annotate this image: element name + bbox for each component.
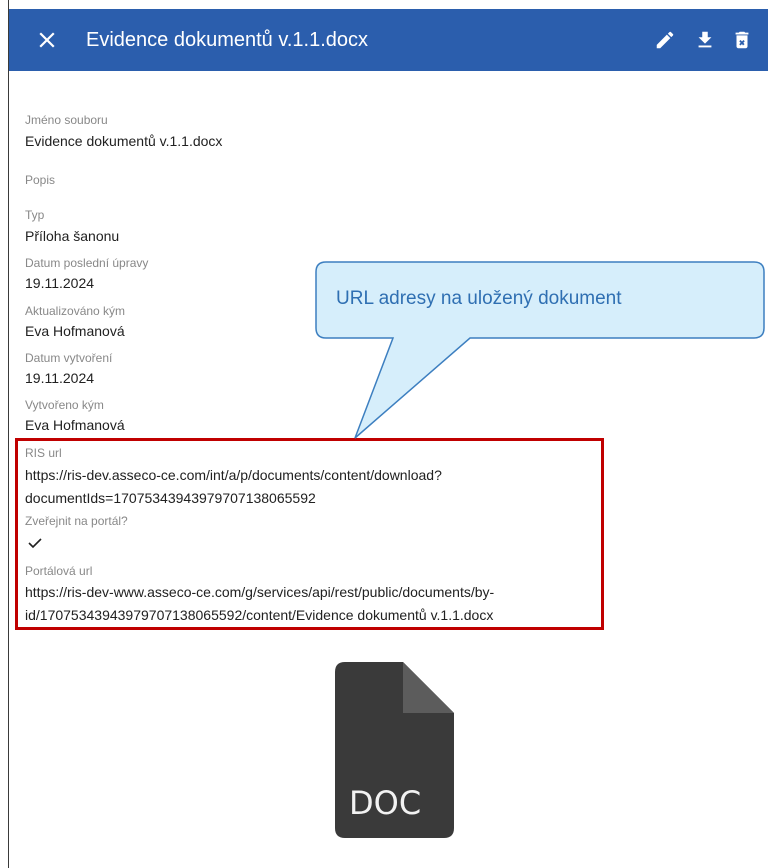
- callout-text: URL adresy na uložený dokument: [336, 288, 622, 309]
- doc-label: DOC: [349, 784, 421, 822]
- doc-file-icon[interactable]: DOC: [333, 662, 455, 840]
- document-detail-panel: Evidence dokumentů v.1.1.docx Jméno soub…: [0, 0, 768, 868]
